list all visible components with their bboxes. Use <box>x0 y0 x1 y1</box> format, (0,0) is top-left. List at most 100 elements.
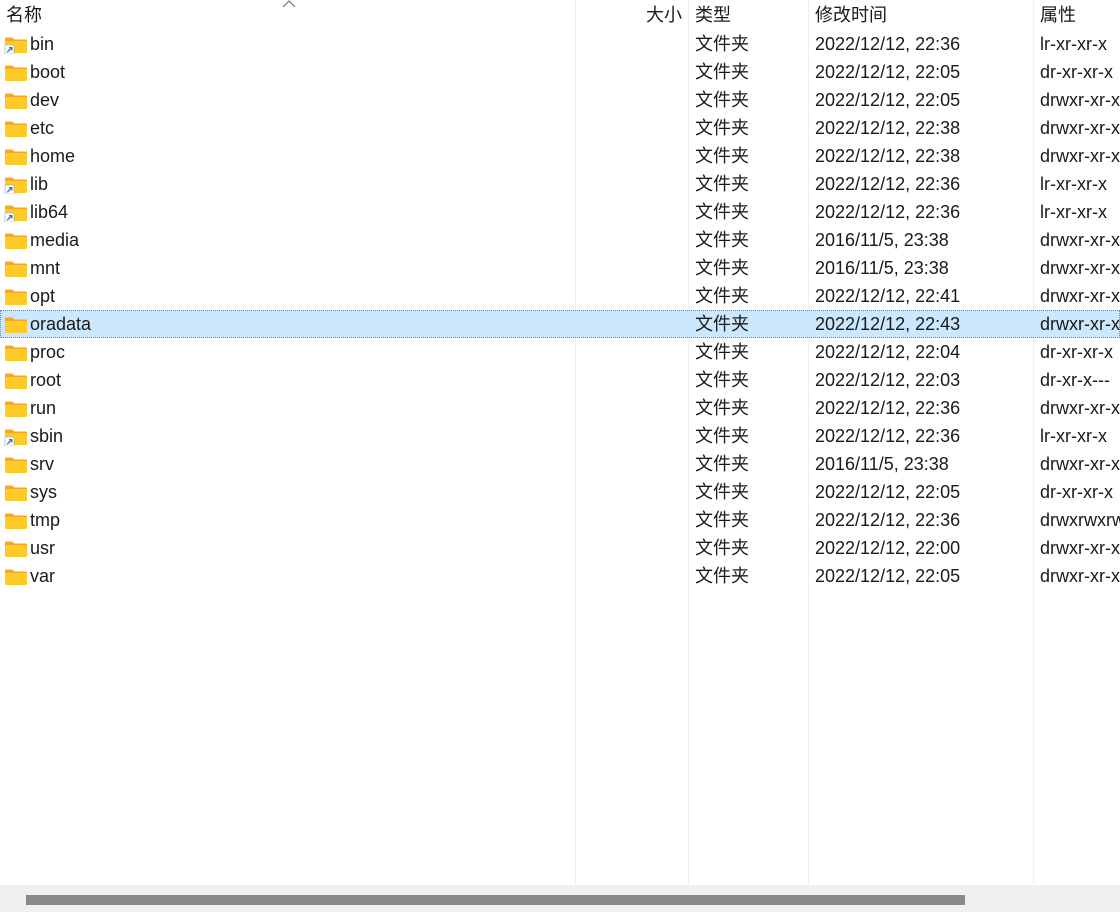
file-type: 文件夹 <box>695 202 749 222</box>
file-type: 文件夹 <box>695 454 749 474</box>
file-attributes: lr-xr-xr-x <box>1040 174 1107 194</box>
file-attributes: drwxr-xr-x <box>1040 286 1120 306</box>
file-modified: 2022/12/12, 22:05 <box>815 62 961 82</box>
file-modified: 2022/12/12, 22:36 <box>815 202 961 222</box>
folder-icon <box>5 317 27 333</box>
file-attributes: drwxr-xr-x <box>1040 314 1120 334</box>
horizontal-scrollbar-thumb[interactable] <box>26 895 965 905</box>
column-header: 名称 大小 类型 修改时间 属性 <box>0 0 1120 30</box>
file-attributes: dr-xr-xr-x <box>1040 342 1113 362</box>
folder-icon <box>5 261 27 277</box>
file-type: 文件夹 <box>695 370 749 390</box>
folder-icon <box>5 401 27 417</box>
file-name: lib <box>30 174 49 194</box>
file-row[interactable]: lib 文件夹 2022/12/12, 22:36 lr-xr-xr-x <box>0 170 1120 198</box>
file-type: 文件夹 <box>695 510 749 530</box>
file-modified: 2022/12/12, 22:41 <box>815 286 961 306</box>
file-row[interactable]: var 文件夹 2022/12/12, 22:05 drwxr-xr-x <box>0 562 1120 590</box>
file-attributes: dr-xr-xr-x <box>1040 482 1113 502</box>
column-header-modified[interactable]: 修改时间 <box>809 0 1033 30</box>
horizontal-scrollbar[interactable] <box>0 885 1120 912</box>
file-row[interactable]: srv 文件夹 2016/11/5, 23:38 drwxr-xr-x <box>0 450 1120 478</box>
file-type: 文件夹 <box>695 314 749 334</box>
file-attributes: dr-xr-x--- <box>1040 370 1110 390</box>
column-header-attributes[interactable]: 属性 <box>1034 0 1120 30</box>
file-type: 文件夹 <box>695 398 749 418</box>
file-row[interactable]: mnt 文件夹 2016/11/5, 23:38 drwxr-xr-x <box>0 254 1120 282</box>
file-name: dev <box>30 90 60 110</box>
file-row[interactable]: oradata 文件夹 2022/12/12, 22:43 drwxr-xr-x <box>0 310 1120 338</box>
file-row[interactable]: media 文件夹 2016/11/5, 23:38 drwxr-xr-x <box>0 226 1120 254</box>
file-type: 文件夹 <box>695 90 749 110</box>
file-row[interactable]: home 文件夹 2022/12/12, 22:38 drwxr-xr-x <box>0 142 1120 170</box>
file-modified: 2016/11/5, 23:38 <box>815 454 949 474</box>
file-row[interactable]: sbin 文件夹 2022/12/12, 22:36 lr-xr-xr-x <box>0 422 1120 450</box>
column-header-modified-label: 修改时间 <box>815 5 887 25</box>
file-modified: 2016/11/5, 23:38 <box>815 258 949 278</box>
column-header-type[interactable]: 类型 <box>689 0 808 30</box>
file-row[interactable]: proc 文件夹 2022/12/12, 22:04 dr-xr-xr-x <box>0 338 1120 366</box>
file-row[interactable]: tmp 文件夹 2022/12/12, 22:36 drwxrwxrwt <box>0 506 1120 534</box>
file-modified: 2022/12/12, 22:36 <box>815 34 961 54</box>
file-row[interactable]: run 文件夹 2022/12/12, 22:36 drwxr-xr-x <box>0 394 1120 422</box>
file-name: sys <box>30 482 57 502</box>
file-name: lib64 <box>30 202 69 222</box>
file-row[interactable]: opt 文件夹 2022/12/12, 22:41 drwxr-xr-x <box>0 282 1120 310</box>
file-row[interactable]: usr 文件夹 2022/12/12, 22:00 drwxr-xr-x <box>0 534 1120 562</box>
file-name: proc <box>30 342 66 362</box>
file-row[interactable]: boot 文件夹 2022/12/12, 22:05 dr-xr-xr-x <box>0 58 1120 86</box>
file-name: srv <box>30 454 54 474</box>
file-type: 文件夹 <box>695 174 749 194</box>
file-attributes: drwxr-xr-x <box>1040 118 1120 138</box>
file-modified: 2022/12/12, 22:36 <box>815 510 961 530</box>
file-modified: 2022/12/12, 22:03 <box>815 370 961 390</box>
file-attributes: drwxrwxrwt <box>1040 510 1120 530</box>
file-type: 文件夹 <box>695 426 749 446</box>
folder-icon <box>5 289 27 305</box>
file-name: run <box>30 398 57 418</box>
file-attributes: drwxr-xr-x <box>1040 258 1120 278</box>
file-row[interactable]: sys 文件夹 2022/12/12, 22:05 dr-xr-xr-x <box>0 478 1120 506</box>
file-modified: 2022/12/12, 22:05 <box>815 482 961 502</box>
file-modified: 2022/12/12, 22:05 <box>815 566 961 586</box>
column-header-type-label: 类型 <box>695 5 731 25</box>
file-name: root <box>30 370 62 390</box>
file-name: tmp <box>30 510 61 530</box>
column-header-size[interactable]: 大小 <box>576 0 688 30</box>
folder-icon <box>5 569 27 585</box>
file-type: 文件夹 <box>695 482 749 502</box>
file-row[interactable]: etc 文件夹 2022/12/12, 22:38 drwxr-xr-x <box>0 114 1120 142</box>
file-modified: 2022/12/12, 22:36 <box>815 398 961 418</box>
folder-icon <box>5 373 27 389</box>
file-type: 文件夹 <box>695 118 749 138</box>
file-modified: 2022/12/12, 22:36 <box>815 174 961 194</box>
file-attributes: drwxr-xr-x <box>1040 454 1120 474</box>
file-attributes: lr-xr-xr-x <box>1040 202 1107 222</box>
file-name: mnt <box>30 258 61 278</box>
file-row[interactable]: bin 文件夹 2022/12/12, 22:36 lr-xr-xr-x <box>0 30 1120 58</box>
file-row[interactable]: dev 文件夹 2022/12/12, 22:05 drwxr-xr-x <box>0 86 1120 114</box>
folder-icon <box>5 121 27 137</box>
column-header-name-label: 名称 <box>6 5 42 25</box>
file-modified: 2022/12/12, 22:43 <box>815 314 961 334</box>
file-list: bin 文件夹 2022/12/12, 22:36 lr-xr-xr-x boot 文件夹… <box>0 30 1120 590</box>
file-row[interactable]: lib64 文件夹 2022/12/12, 22:36 lr-xr-xr-x <box>0 198 1120 226</box>
folder-icon <box>5 513 27 529</box>
file-row[interactable]: root 文件夹 2022/12/12, 22:03 dr-xr-x--- <box>0 366 1120 394</box>
file-name: sbin <box>30 426 64 446</box>
file-name: opt <box>30 286 56 306</box>
file-modified: 2022/12/12, 22:36 <box>815 426 961 446</box>
folder-icon <box>5 485 27 501</box>
file-attributes: drwxr-xr-x <box>1040 398 1120 418</box>
file-modified: 2022/12/12, 22:00 <box>815 538 961 558</box>
file-name: boot <box>30 62 66 82</box>
file-attributes: drwxr-xr-x <box>1040 230 1120 250</box>
folder-icon <box>5 93 27 109</box>
file-modified: 2022/12/12, 22:04 <box>815 342 961 362</box>
file-list-view: 名称 大小 类型 修改时间 属性 bin 文件夹 2022/12/12, 22:36… <box>0 0 1120 912</box>
file-type: 文件夹 <box>695 62 749 82</box>
file-type: 文件夹 <box>695 230 749 250</box>
sort-ascending-icon <box>282 0 296 8</box>
file-attributes: drwxr-xr-x <box>1040 538 1120 558</box>
file-type: 文件夹 <box>695 286 749 306</box>
